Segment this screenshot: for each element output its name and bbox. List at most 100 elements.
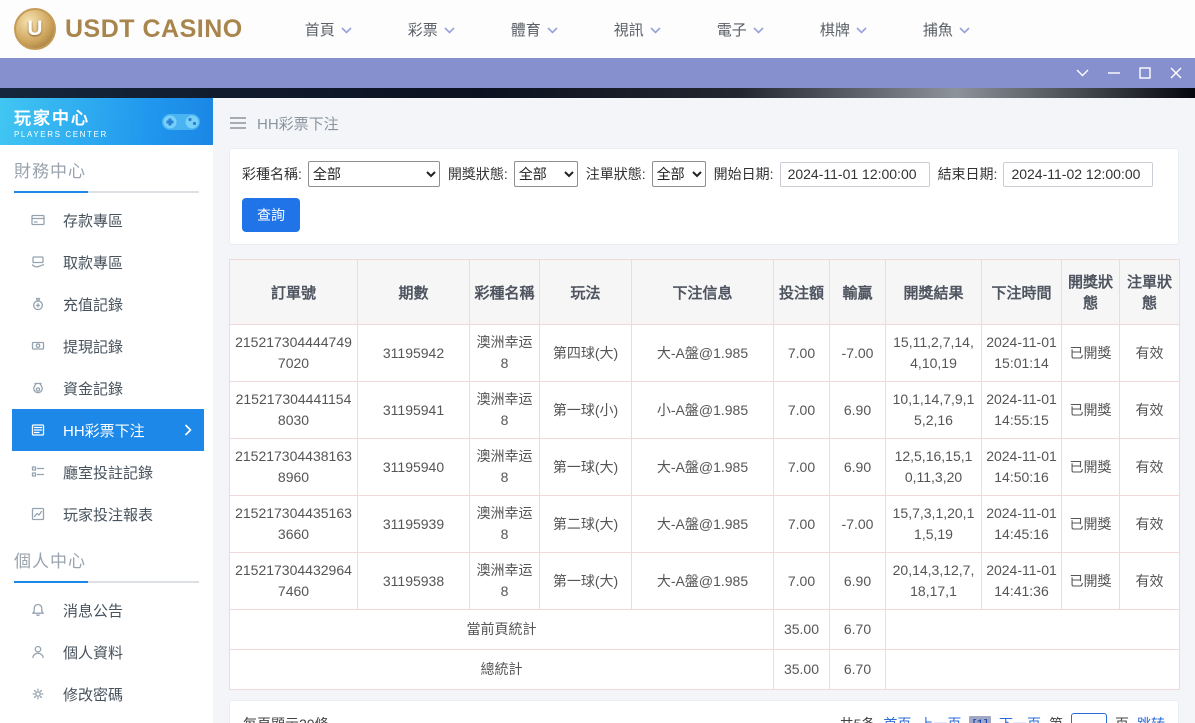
sidebar-item-funds-record[interactable]: 資金記錄 [0, 367, 213, 409]
window-maximize-button[interactable] [1129, 58, 1160, 88]
order-status-select[interactable]: 全部 [651, 161, 706, 187]
td-order: 2152173044351633660 [229, 495, 358, 553]
deposit-card-icon [31, 214, 45, 226]
prev-page-link[interactable]: 上一页 [919, 714, 961, 723]
jump-button[interactable]: 跳转 [1137, 714, 1165, 723]
td-lottery: 澳洲幸运8 [469, 381, 540, 439]
col-lottery: 彩種名稱 [469, 259, 540, 325]
nav-item-lottery[interactable]: 彩票 [408, 19, 455, 40]
nav-label: 體育 [510, 21, 541, 39]
sidebar-item-label: 取款專區 [63, 254, 124, 272]
window-titlebar [0, 58, 1195, 88]
nav-item-cards[interactable]: 棋牌 [820, 19, 867, 40]
menu-icon[interactable] [229, 116, 247, 130]
search-button[interactable]: 查詢 [242, 198, 300, 232]
withdraw-hand-icon [31, 256, 45, 268]
close-icon [1170, 67, 1181, 79]
first-page-link[interactable]: 首页 [883, 714, 911, 723]
sidebar-item-room-bet-record[interactable]: 廳室投註記錄 [0, 451, 213, 493]
sidebar-item-recharge-record[interactable]: 充值記錄 [0, 283, 213, 325]
td-orderstatus: 有效 [1119, 438, 1180, 496]
td-winloss: 6.90 [829, 552, 886, 610]
summary-label: 總統計 [229, 649, 774, 690]
usdt-coin-icon: U [14, 8, 56, 50]
nav-label: 捕魚 [922, 21, 953, 39]
td-result: 15,11,2,7,14,4,10,19 [885, 324, 982, 382]
sidebar-item-hh-lottery-bets[interactable]: HH彩票下注 [12, 409, 204, 451]
sidebar-item-announcements[interactable]: 消息公告 [0, 589, 213, 631]
filter-label: 彩種名稱: [242, 166, 302, 182]
td-winloss: 6.70 [829, 649, 886, 690]
total-count-text: 共5条 [840, 714, 876, 723]
start-date-input[interactable] [779, 161, 930, 187]
td-orderstatus: 有效 [1119, 552, 1180, 610]
summary-empty [885, 609, 1180, 650]
lottery-name-select[interactable]: 全部 [307, 161, 440, 187]
sidebar-item-withdraw[interactable]: 取款專區 [0, 241, 213, 283]
td-orderstatus: 有效 [1119, 324, 1180, 382]
td-drawstatus: 已開獎 [1061, 552, 1120, 610]
nav-item-sports[interactable]: 體育 [511, 19, 558, 40]
sidebar-item-profile[interactable]: 個人資料 [0, 631, 213, 673]
app-window: U USDT CASINO 首頁 彩票 體育 視訊 電子 棋牌 捕魚 玩家中心 … [0, 0, 1195, 723]
table-row: 2152173044411548030 31195941 澳洲幸运8 第一球(小… [229, 381, 1180, 439]
td-amount: 7.00 [773, 552, 830, 610]
chevron-down-icon [1076, 69, 1089, 77]
filter-draw-status: 開獎狀態: 全部 [448, 161, 578, 187]
table-row: 2152173044381638960 31195940 澳洲幸运8 第一球(大… [229, 438, 1180, 496]
td-order: 2152173044329647460 [229, 552, 358, 610]
recharge-bag-icon [33, 297, 43, 311]
td-time: 2024-11-01 14:45:16 [981, 495, 1062, 553]
td-drawstatus: 已開獎 [1061, 324, 1120, 382]
brand-logo[interactable]: U USDT CASINO [14, 8, 243, 50]
sidebar-item-label: HH彩票下注 [63, 422, 145, 440]
td-lottery: 澳洲幸运8 [469, 552, 540, 610]
next-page-link[interactable]: 下一页 [999, 714, 1041, 723]
td-drawstatus: 已開獎 [1061, 438, 1120, 496]
td-winloss: -7.00 [829, 324, 886, 382]
nav-label: 彩票 [407, 21, 438, 39]
nav-item-home[interactable]: 首頁 [305, 19, 352, 40]
nav-item-live[interactable]: 視訊 [614, 19, 661, 40]
col-draw-status: 開獎狀態 [1061, 259, 1120, 325]
end-date-input[interactable] [1003, 161, 1154, 187]
section-underline [14, 581, 199, 583]
section-personal-header: 個人中心 [0, 535, 213, 589]
table-row: 2152173044447497020 31195942 澳洲幸运8 第四球(大… [229, 324, 1180, 382]
td-lottery: 澳洲幸运8 [469, 438, 540, 496]
sidebar-item-deposit[interactable]: 存款專區 [0, 199, 213, 241]
sidebar-item-change-password[interactable]: 修改密碼 [0, 673, 213, 715]
td-time: 2024-11-01 15:01:14 [981, 324, 1062, 382]
funds-bag-icon [33, 382, 43, 394]
section-label: 財務中心 [14, 162, 86, 181]
breadcrumb: HH彩票下注 [229, 98, 1179, 148]
section-finance-header: 財務中心 [0, 145, 213, 199]
nav-item-slots[interactable]: 電子 [717, 19, 764, 40]
decorative-strip [0, 88, 1195, 98]
sidebar-item-player-bet-report[interactable]: 玩家投注報表 [0, 493, 213, 535]
table-header-row: 訂單號 期數 彩種名稱 玩法 下注信息 投注額 輸贏 開獎結果 下注時間 開獎狀… [229, 259, 1180, 325]
td-winloss: 6.70 [829, 609, 886, 650]
window-minimize-button[interactable] [1098, 58, 1129, 88]
section-label: 個人中心 [14, 552, 86, 571]
nav-item-fishing[interactable]: 捕魚 [923, 19, 970, 40]
section-agent-header: 代理中心 [0, 715, 213, 723]
window-dropdown-button[interactable] [1067, 58, 1098, 88]
window-close-button[interactable] [1160, 58, 1191, 88]
summary-empty [885, 649, 1180, 690]
nav-label: 電子 [716, 21, 747, 39]
chevron-right-icon [184, 424, 192, 436]
td-play: 第四球(大) [539, 324, 632, 382]
td-play: 第一球(大) [539, 438, 632, 496]
jump-prefix-text: 第 [1049, 714, 1063, 723]
sidebar-item-label: 廳室投註記錄 [63, 464, 154, 482]
draw-status-select[interactable]: 全部 [513, 161, 578, 187]
filter-label: 開始日期: [713, 166, 774, 182]
td-amount: 35.00 [773, 609, 830, 650]
td-order: 2152173044411548030 [229, 381, 358, 439]
brand-name: USDT CASINO [65, 14, 243, 43]
sidebar-item-withdrawal-record[interactable]: 提現記錄 [0, 325, 213, 367]
page-jump-input[interactable] [1071, 713, 1107, 723]
td-amount: 7.00 [773, 438, 830, 496]
sidebar: 玩家中心 PLAYERS CENTER 財務中心 存款專區 取款專區 充值記錄 … [0, 98, 213, 723]
